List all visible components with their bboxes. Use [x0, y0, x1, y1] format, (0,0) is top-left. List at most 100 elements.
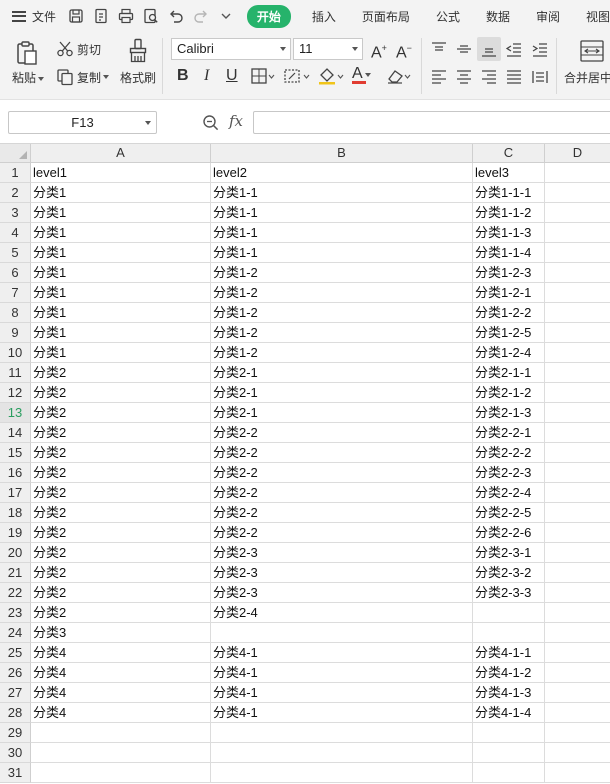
increase-font-icon[interactable]: A+	[371, 39, 387, 62]
table-cell[interactable]: 分类2-1-1	[473, 363, 545, 383]
table-cell[interactable]: 分类2-1	[211, 383, 473, 403]
table-cell[interactable]	[545, 543, 610, 563]
table-cell[interactable]: 分类2-1	[211, 363, 473, 383]
table-cell[interactable]: 分类1-1	[211, 243, 473, 263]
table-cell[interactable]: 分类2	[31, 583, 211, 603]
row-header[interactable]: 22	[0, 583, 31, 603]
table-cell[interactable]: 分类2-3-3	[473, 583, 545, 603]
table-cell[interactable]	[545, 283, 610, 303]
table-cell[interactable]	[545, 623, 610, 643]
column-header-b[interactable]: B	[211, 144, 473, 163]
font-size-select[interactable]: 11	[293, 38, 363, 60]
table-cell[interactable]: 分类4	[31, 663, 211, 683]
table-cell[interactable]: 分类1-1-3	[473, 223, 545, 243]
table-cell[interactable]: 分类2-2-1	[473, 423, 545, 443]
table-cell[interactable]: 分类1-2-5	[473, 323, 545, 343]
row-header[interactable]: 1	[0, 163, 31, 183]
row-header[interactable]: 19	[0, 523, 31, 543]
table-cell[interactable]	[545, 603, 610, 623]
row-header[interactable]: 15	[0, 443, 31, 463]
tab-formulas[interactable]: 公式	[436, 8, 460, 25]
table-cell[interactable]: 分类2	[31, 563, 211, 583]
align-right-icon[interactable]	[480, 69, 498, 88]
row-header[interactable]: 20	[0, 543, 31, 563]
table-cell[interactable]: 分类1	[31, 343, 211, 363]
merge-center-label[interactable]: 合并居中	[564, 69, 610, 86]
table-cell[interactable]: 分类4-1-3	[473, 683, 545, 703]
table-cell[interactable]: 分类1-2	[211, 283, 473, 303]
decrease-font-icon[interactable]: A−	[396, 39, 412, 62]
tab-data[interactable]: 数据	[486, 8, 510, 25]
table-cell[interactable]	[545, 683, 610, 703]
chevron-down-icon[interactable]	[38, 76, 45, 81]
table-cell[interactable]	[545, 763, 610, 783]
table-cell[interactable]: 分类1	[31, 283, 211, 303]
underline-icon[interactable]: U	[226, 67, 238, 85]
row-header[interactable]: 29	[0, 723, 31, 743]
row-header[interactable]: 18	[0, 503, 31, 523]
row-header[interactable]: 3	[0, 203, 31, 223]
table-cell[interactable]	[545, 463, 610, 483]
table-cell[interactable]: 分类2-1-3	[473, 403, 545, 423]
row-header[interactable]: 28	[0, 703, 31, 723]
row-header[interactable]: 2	[0, 183, 31, 203]
row-header[interactable]: 7	[0, 283, 31, 303]
table-cell[interactable]: 分类1-1-4	[473, 243, 545, 263]
row-header[interactable]: 16	[0, 463, 31, 483]
table-cell[interactable]: 分类4-1-2	[473, 663, 545, 683]
table-cell[interactable]: 分类1	[31, 203, 211, 223]
table-cell[interactable]: 分类2-2-3	[473, 463, 545, 483]
table-cell[interactable]: 分类2-4	[211, 603, 473, 623]
table-cell[interactable]: 分类4	[31, 643, 211, 663]
row-header[interactable]: 6	[0, 263, 31, 283]
table-cell[interactable]: level1	[31, 163, 211, 183]
distributed-align-icon[interactable]	[531, 69, 549, 88]
copy-button[interactable]: 复制	[56, 68, 110, 86]
table-cell[interactable]: 分类2-2	[211, 423, 473, 443]
table-cell[interactable]: 分类2-1	[211, 403, 473, 423]
fill-style-icon[interactable]	[284, 68, 312, 87]
table-cell[interactable]	[545, 223, 610, 243]
table-cell[interactable]: 分类1-1	[211, 183, 473, 203]
table-cell[interactable]: 分类1-2	[211, 343, 473, 363]
table-cell[interactable]: 分类4-1-1	[473, 643, 545, 663]
table-cell[interactable]	[211, 723, 473, 743]
align-top-icon[interactable]	[430, 41, 448, 60]
row-header[interactable]: 12	[0, 383, 31, 403]
table-cell[interactable]: 分类1-2-3	[473, 263, 545, 283]
font-color-icon[interactable]: A	[352, 65, 371, 84]
table-cell[interactable]	[545, 563, 610, 583]
table-cell[interactable]: level2	[211, 163, 473, 183]
table-cell[interactable]: 分类4	[31, 703, 211, 723]
file-menu[interactable]: 文件	[0, 8, 67, 25]
chevron-down-icon[interactable]	[103, 75, 110, 79]
table-cell[interactable]: 分类2	[31, 383, 211, 403]
table-cell[interactable]: 分类1-1	[211, 203, 473, 223]
table-cell[interactable]: 分类1-2	[211, 323, 473, 343]
table-cell[interactable]	[545, 723, 610, 743]
table-cell[interactable]: 分类2	[31, 523, 211, 543]
table-cell[interactable]: 分类4	[31, 683, 211, 703]
fx-icon[interactable]: fx	[229, 112, 243, 130]
tab-view[interactable]: 视图	[586, 8, 610, 25]
table-cell[interactable]	[31, 743, 211, 763]
table-cell[interactable]: 分类1-2-1	[473, 283, 545, 303]
table-cell[interactable]	[545, 663, 610, 683]
chevron-down-icon[interactable]	[217, 7, 235, 25]
align-center-icon[interactable]	[455, 69, 473, 88]
table-cell[interactable]	[545, 383, 610, 403]
table-cell[interactable]: 分类1	[31, 323, 211, 343]
table-cell[interactable]: 分类1	[31, 223, 211, 243]
table-cell[interactable]	[473, 723, 545, 743]
increase-indent-icon[interactable]	[531, 41, 549, 60]
format-painter-button[interactable]	[128, 38, 148, 67]
table-cell[interactable]	[545, 483, 610, 503]
save-icon[interactable]	[67, 7, 85, 25]
table-cell[interactable]: 分类2	[31, 603, 211, 623]
clear-format-icon[interactable]	[386, 68, 414, 87]
table-cell[interactable]: 分类1-2-4	[473, 343, 545, 363]
table-cell[interactable]	[31, 723, 211, 743]
row-header[interactable]: 9	[0, 323, 31, 343]
table-cell[interactable]: 分类1	[31, 263, 211, 283]
table-cell[interactable]: 分类1	[31, 303, 211, 323]
